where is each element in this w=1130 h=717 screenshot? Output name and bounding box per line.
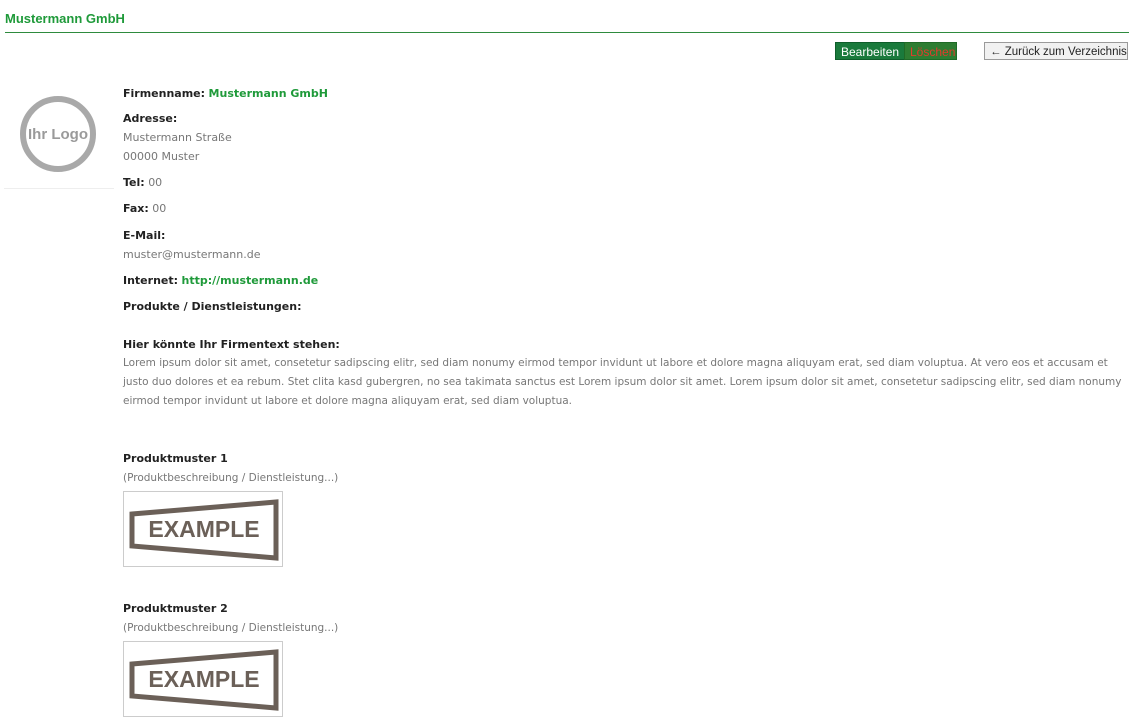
email-label: E-Mail: bbox=[123, 229, 166, 242]
company-name-row: Firmenname: Mustermann GmbH bbox=[123, 85, 328, 103]
products-services-label: Produkte / Dienstleistungen: bbox=[123, 300, 302, 313]
tel-row: Tel: 00 bbox=[123, 174, 162, 192]
address-block: Adresse: Mustermann Straße 00000 Muster bbox=[123, 110, 232, 166]
website-link[interactable]: http://mustermann.de bbox=[182, 274, 319, 287]
company-name-value: Mustermann GmbH bbox=[208, 87, 328, 100]
edit-button[interactable]: Bearbeiten bbox=[835, 42, 906, 60]
address-line1: Mustermann Straße bbox=[123, 131, 232, 144]
product-1-title: Produktmuster 1 bbox=[123, 452, 228, 465]
fax-row: Fax: 00 bbox=[123, 200, 166, 218]
fax-value: 00 bbox=[152, 202, 167, 215]
delete-button[interactable]: Löschen bbox=[904, 42, 957, 60]
products-heading-row: Produkte / Dienstleistungen: bbox=[123, 298, 302, 316]
logo-placeholder-icon: Ihr Logo bbox=[20, 96, 96, 172]
address-line2: 00000 Muster bbox=[123, 150, 200, 163]
page-title: Mustermann GmbH bbox=[5, 11, 125, 26]
product-2-description: (Produktbeschreibung / Dienstleistung...… bbox=[123, 622, 339, 634]
logo-text: Ihr Logo bbox=[28, 125, 88, 143]
product-2-image[interactable]: EXAMPLE bbox=[123, 641, 283, 717]
internet-row: Internet: http://mustermann.de bbox=[123, 272, 318, 290]
example-image-text: EXAMPLE bbox=[148, 666, 259, 692]
product-1-description: (Produktbeschreibung / Dienstleistung...… bbox=[123, 472, 339, 484]
fax-label: Fax: bbox=[123, 202, 149, 215]
address-label: Adresse: bbox=[123, 112, 178, 125]
tel-value: 00 bbox=[148, 176, 163, 189]
email-value[interactable]: muster@mustermann.de bbox=[123, 245, 261, 264]
company-logo: Ihr Logo bbox=[4, 88, 114, 189]
example-image-icon: EXAMPLE bbox=[129, 499, 279, 561]
description-text: Lorem ipsum dolor sit amet, consetetur s… bbox=[123, 357, 1122, 407]
title-divider bbox=[5, 32, 1129, 33]
back-to-directory-button[interactable]: ← Zurück zum Verzeichnis bbox=[984, 42, 1128, 60]
product-2-title: Produktmuster 2 bbox=[123, 602, 228, 615]
product-1-image[interactable]: EXAMPLE bbox=[123, 491, 283, 567]
description-heading-row: Hier könnte Ihr Firmentext stehen: bbox=[123, 336, 340, 354]
tel-label: Tel: bbox=[123, 176, 145, 189]
email-block: E-Mail: muster@mustermann.de bbox=[123, 227, 261, 264]
company-name-label: Firmenname: bbox=[123, 87, 206, 100]
description-heading: Hier könnte Ihr Firmentext stehen: bbox=[123, 338, 340, 351]
internet-label: Internet: bbox=[123, 274, 179, 287]
example-image-text: EXAMPLE bbox=[148, 516, 259, 542]
example-image-icon: EXAMPLE bbox=[129, 649, 279, 711]
toolbar: Bearbeiten Löschen ← Zurück zum Verzeich… bbox=[0, 42, 1130, 62]
